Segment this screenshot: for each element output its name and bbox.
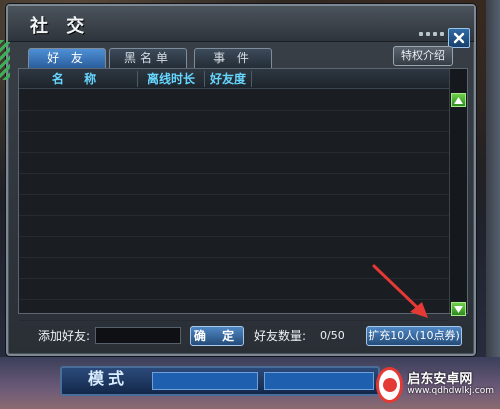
scroll-up-button[interactable] — [451, 93, 466, 107]
list-item[interactable] — [19, 216, 449, 237]
site-watermark: 启东安卓网 www.qdhdwlkj.com — [376, 365, 494, 405]
triangle-down-icon — [454, 305, 463, 313]
list-item[interactable] — [19, 132, 449, 153]
add-friend-input[interactable] — [95, 327, 181, 344]
list-header: 名 称 离线时长 好友度 — [19, 69, 449, 89]
red-arrow-annotation — [372, 264, 428, 318]
stripe-decoration — [0, 40, 10, 80]
list-item[interactable] — [19, 174, 449, 195]
title-bar[interactable]: 社 交 — [8, 6, 474, 42]
mode-label[interactable]: 模式 — [78, 368, 138, 390]
list-item[interactable] — [19, 237, 449, 258]
list-item[interactable] — [19, 111, 449, 132]
expand-capacity-button[interactable]: 扩充10人(10点券) — [366, 326, 462, 346]
mode-slot-left — [152, 372, 258, 390]
add-friend-label: 添加好友: — [38, 329, 91, 343]
close-icon — [453, 32, 465, 44]
column-name[interactable]: 名 称 — [19, 69, 137, 89]
mode-slot-right — [264, 372, 374, 390]
watermark-logo-icon — [376, 367, 404, 403]
list-scrollbar[interactable] — [449, 69, 467, 316]
friend-count-label: 好友数量: — [254, 329, 307, 343]
friend-count-value: 0/50 — [320, 329, 345, 342]
privilege-intro-button[interactable]: 特权介绍 — [393, 46, 453, 66]
close-button[interactable] — [448, 28, 470, 48]
column-offline-time[interactable]: 离线时长 — [138, 69, 204, 89]
column-divider — [251, 71, 252, 87]
triangle-up-icon — [454, 96, 463, 104]
tab-friends[interactable]: 好 友 — [28, 48, 106, 68]
tab-events[interactable]: 事 件 — [194, 48, 272, 68]
right-edge-frame — [486, 0, 500, 360]
watermark-url: www.qdhdwlkj.com — [407, 386, 494, 397]
drag-dots-icon — [419, 32, 444, 36]
column-friendship[interactable]: 好友度 — [205, 69, 251, 89]
scroll-down-button[interactable] — [451, 302, 466, 316]
list-item[interactable] — [19, 195, 449, 216]
confirm-button[interactable]: 确 定 — [190, 326, 244, 346]
list-item[interactable] — [19, 90, 449, 111]
dialog-title: 社 交 — [30, 16, 91, 37]
list-item[interactable] — [19, 153, 449, 174]
tab-blacklist[interactable]: 黑名单 — [109, 48, 187, 68]
